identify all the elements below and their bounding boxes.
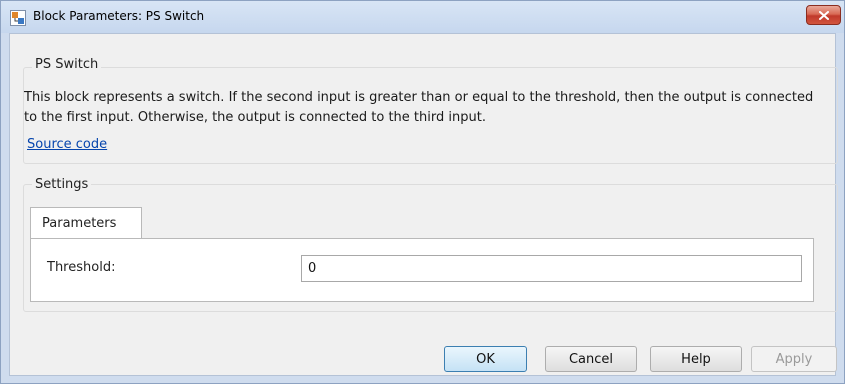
title-bar[interactable]: Block Parameters: PS Switch bbox=[1, 1, 844, 33]
parameters-panel: Threshold: bbox=[30, 238, 814, 302]
tab-parameters-label: Parameters bbox=[42, 216, 117, 231]
close-icon bbox=[819, 11, 829, 20]
cancel-button[interactable]: Cancel bbox=[545, 346, 637, 372]
source-code-link[interactable]: Source code bbox=[27, 137, 107, 152]
apply-button[interactable]: Apply bbox=[751, 346, 837, 372]
ok-button[interactable]: OK bbox=[444, 346, 527, 372]
close-button[interactable] bbox=[806, 5, 841, 25]
simulink-block-icon bbox=[10, 10, 26, 26]
description-group-title: PS Switch bbox=[32, 57, 102, 72]
settings-group-title: Settings bbox=[32, 177, 92, 192]
threshold-input[interactable] bbox=[301, 255, 802, 282]
help-button[interactable]: Help bbox=[650, 346, 742, 372]
threshold-label: Threshold: bbox=[47, 260, 116, 275]
window-title: Block Parameters: PS Switch bbox=[33, 9, 205, 23]
tab-parameters[interactable]: Parameters bbox=[30, 207, 142, 239]
block-description: This block represents a switch. If the s… bbox=[24, 90, 814, 125]
dialog-window: Block Parameters: PS Switch PS Switch Th… bbox=[0, 0, 845, 384]
